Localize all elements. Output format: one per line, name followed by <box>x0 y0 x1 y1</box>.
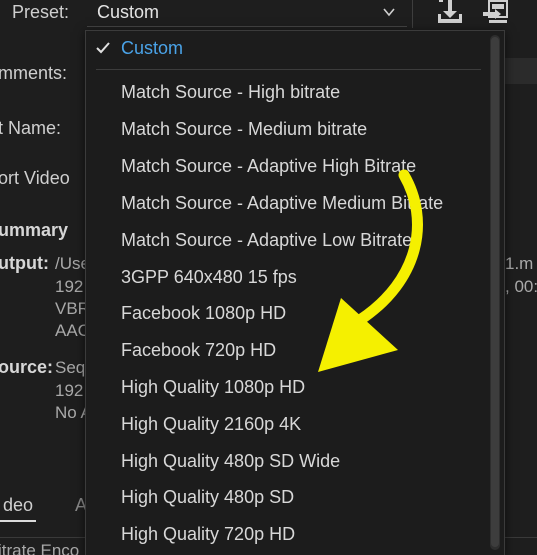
menu-item-hq-2160p[interactable]: High Quality 2160p 4K <box>86 407 486 443</box>
save-preset-icon[interactable] <box>435 0 465 28</box>
preset-label: Preset: <box>12 2 70 22</box>
menu-item-label: High Quality 480p SD Wide <box>121 451 341 471</box>
tab-video-underline <box>0 520 36 522</box>
menu-item-adaptive-medium[interactable]: Match Source - Adaptive Medium Bitrate <box>86 186 486 222</box>
menu-separator <box>96 69 481 70</box>
menu-item-match-source-medium[interactable]: Match Source - Medium bitrate <box>86 112 486 148</box>
menu-item-facebook-1080p[interactable]: Facebook 1080p HD <box>86 296 486 332</box>
preset-dropdown-menu: Custom Match Source - High bitrate Match… <box>85 30 505 555</box>
output-summary-label: utput: <box>0 253 49 273</box>
menu-item-label: 3GPP 640x480 15 fps <box>121 267 297 287</box>
export-settings-window: mments: t Name: ort Video ummary utput: … <box>0 0 537 555</box>
menu-item-label: Custom <box>121 38 184 58</box>
menu-item-label: Match Source - Adaptive Low Bitrate <box>121 230 413 250</box>
output-filename-fragment: 1.m <box>505 254 534 273</box>
menu-item-hq-480p[interactable]: High Quality 480p SD <box>86 480 486 516</box>
output-name-label: t Name: <box>0 118 62 138</box>
menu-item-label: Facebook 720p HD <box>121 340 277 360</box>
menu-item-label: Match Source - Adaptive Medium Bitrate <box>121 193 444 213</box>
output-duration-fragment: , 00: <box>505 277 537 296</box>
source-line-1: Seq <box>55 358 86 377</box>
menu-item-custom[interactable]: Custom <box>86 31 486 67</box>
menu-item-3gpp[interactable]: 3GPP 640x480 15 fps <box>86 260 486 296</box>
menu-item-hq-480p-wide[interactable]: High Quality 480p SD Wide <box>86 444 486 480</box>
output-line-2: 192 <box>55 277 84 296</box>
comments-field[interactable] <box>500 58 537 84</box>
source-line-2: 192 <box>55 381 84 400</box>
menu-item-hq-1080p[interactable]: High Quality 1080p HD <box>86 370 486 406</box>
preset-dropdown[interactable]: Custom <box>87 0 407 27</box>
source-summary-label: ource: <box>0 357 54 377</box>
preset-selected-value: Custom <box>97 2 160 22</box>
menu-item-label: High Quality 720p HD <box>121 524 296 544</box>
menu-item-adaptive-high[interactable]: Match Source - Adaptive High Bitrate <box>86 149 486 185</box>
menu-item-hq-720p[interactable]: High Quality 720p HD <box>86 517 486 553</box>
menu-item-label: High Quality 480p SD <box>121 487 295 507</box>
menu-scrollbar[interactable] <box>490 35 500 550</box>
tab-video[interactable]: deo <box>3 495 33 516</box>
menu-item-label: Facebook 1080p HD <box>121 303 287 323</box>
menu-item-adaptive-low[interactable]: Match Source - Adaptive Low Bitrate <box>86 223 486 259</box>
menu-item-label: High Quality 2160p 4K <box>121 414 302 434</box>
menu-item-label: Match Source - Adaptive High Bitrate <box>121 156 417 176</box>
menu-item-facebook-720p[interactable]: Facebook 720p HD <box>86 333 486 369</box>
menu-item-match-source-high[interactable]: Match Source - High bitrate <box>86 75 486 111</box>
menu-item-label: Match Source - Medium bitrate <box>121 119 368 139</box>
export-video-label: ort Video <box>0 168 70 188</box>
summary-heading: ummary <box>0 220 69 240</box>
comments-label: mments: <box>0 63 68 83</box>
menu-item-label: Match Source - High bitrate <box>121 82 341 102</box>
checkmark-icon <box>96 42 110 54</box>
import-preset-icon[interactable] <box>481 0 511 28</box>
chevron-down-icon <box>383 8 395 17</box>
menu-item-label: High Quality 1080p HD <box>121 377 306 397</box>
preset-bar: Preset: Custom <box>0 0 537 30</box>
toolbar-divider <box>412 0 413 28</box>
bitrate-encoding-label: itrate Enco <box>0 541 80 555</box>
menu-scrollbar-thumb[interactable] <box>491 37 499 547</box>
